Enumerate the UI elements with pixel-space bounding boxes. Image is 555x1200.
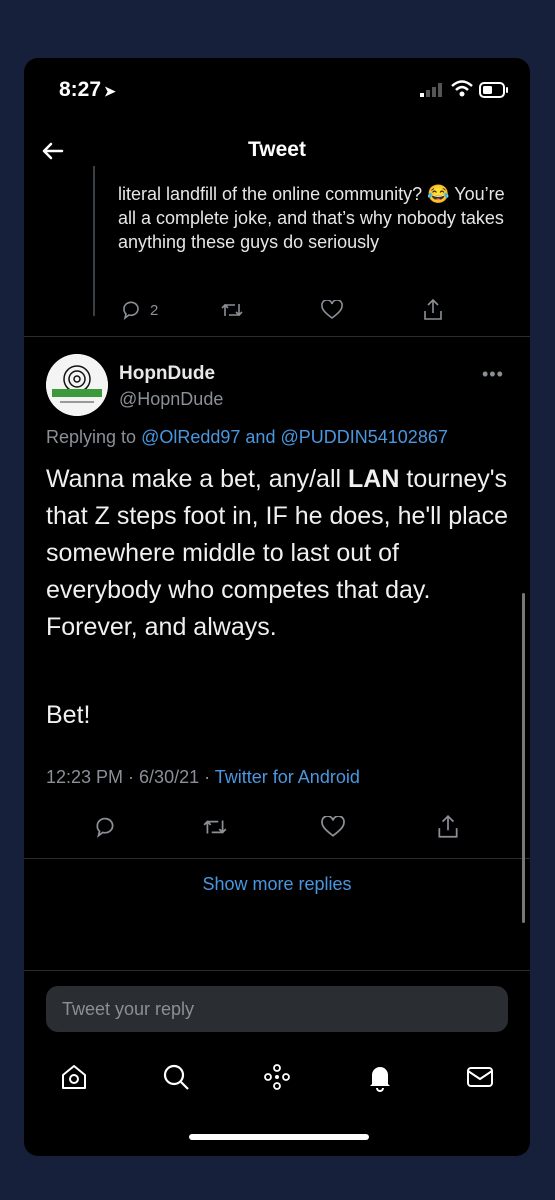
home-indicator[interactable] xyxy=(189,1134,369,1140)
reply-count: 2 xyxy=(150,301,159,319)
share-icon xyxy=(438,814,458,838)
like-button[interactable] xyxy=(321,816,345,838)
messages-icon[interactable] xyxy=(464,1061,496,1093)
signal-icon xyxy=(420,83,442,97)
heart-icon xyxy=(321,300,343,320)
divider xyxy=(24,336,530,337)
retweet-icon xyxy=(203,820,227,834)
retweet-icon xyxy=(221,303,243,317)
heart-icon xyxy=(321,816,345,837)
phone-screen: 8:27 ➤ Tweet literal landfill of the onli… xyxy=(24,58,530,1156)
page-title: Tweet xyxy=(248,138,306,161)
tweet-text-last: Bet! xyxy=(46,701,91,729)
mention-link[interactable]: @OlRedd97 xyxy=(141,427,240,447)
reply-icon xyxy=(123,301,139,320)
battery-icon xyxy=(479,82,508,98)
divider xyxy=(24,858,530,859)
user-handle[interactable]: @HopnDude xyxy=(119,389,223,410)
tweet-header: Tweet xyxy=(24,128,530,172)
more-options-icon[interactable]: ••• xyxy=(482,364,504,385)
replying-to: Replying to @OlRedd97 and @PUDDIN5410286… xyxy=(46,427,448,448)
replying-prefix: Replying to xyxy=(46,427,137,447)
previous-tweet-text: literal landfill of the online community… xyxy=(118,184,505,252)
tweet-text-part: Wanna make a bet, any/all xyxy=(46,465,342,493)
reply-placeholder: Tweet your reply xyxy=(62,999,195,1019)
search-icon[interactable] xyxy=(160,1061,192,1093)
reply-button[interactable]: 2 xyxy=(120,299,158,321)
wifi-icon xyxy=(451,80,473,97)
tweet-text-bold: LAN xyxy=(348,465,400,493)
home-icon[interactable] xyxy=(58,1061,90,1093)
mention-link[interactable]: @PUDDIN54102867 xyxy=(280,427,447,447)
thread-line xyxy=(93,166,95,316)
and-text: and xyxy=(245,427,276,447)
location-arrow-icon: ➤ xyxy=(104,83,116,99)
tweet-text: Wanna make a bet, any/all LAN tourney's … xyxy=(46,461,516,646)
tweet-meta: 12:23 PM · 6/30/21 · Twitter for Android xyxy=(46,767,360,788)
divider xyxy=(24,970,530,971)
share-button[interactable] xyxy=(422,298,444,322)
scrollbar[interactable] xyxy=(522,593,525,923)
notifications-icon[interactable] xyxy=(364,1061,396,1093)
status-bar: 8:27 ➤ xyxy=(24,58,530,120)
share-icon xyxy=(424,298,442,320)
reply-input[interactable]: Tweet your reply xyxy=(46,986,508,1032)
avatar-logo xyxy=(46,354,108,416)
share-button[interactable] xyxy=(436,814,460,840)
avatar[interactable] xyxy=(46,354,108,416)
status-time: 8:27 ➤ xyxy=(59,78,116,101)
retweet-button[interactable] xyxy=(220,300,244,320)
retweet-button[interactable] xyxy=(202,816,228,838)
reply-icon xyxy=(96,817,114,838)
show-more-replies-link[interactable]: Show more replies xyxy=(24,874,530,895)
reply-button[interactable] xyxy=(93,815,117,839)
source-link[interactable]: Twitter for Android xyxy=(215,767,360,787)
like-button[interactable] xyxy=(321,300,343,320)
spaces-icon[interactable] xyxy=(261,1061,293,1093)
timestamp: 12:23 PM · 6/30/21 · xyxy=(46,767,211,787)
display-name[interactable]: HopnDude xyxy=(119,363,215,385)
